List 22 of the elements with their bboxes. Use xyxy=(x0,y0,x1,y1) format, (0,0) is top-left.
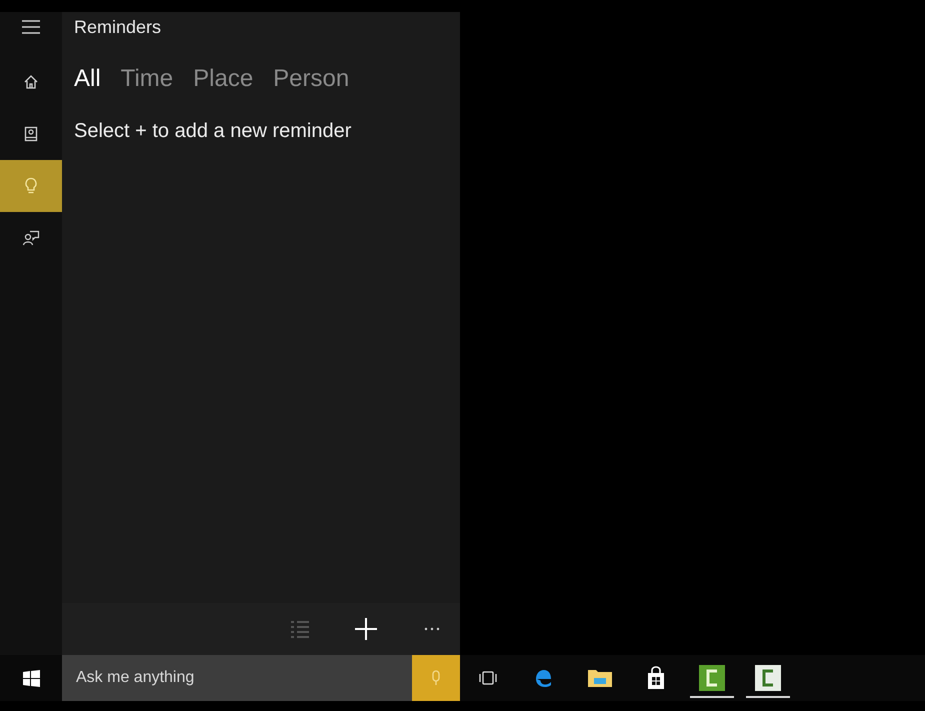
search-field[interactable]: Ask me anything xyxy=(62,655,412,701)
windows-logo-icon xyxy=(22,670,40,686)
lightbulb-icon xyxy=(23,177,39,195)
more-icon xyxy=(424,627,440,631)
filter-tab[interactable]: Place xyxy=(193,64,254,94)
menu-icon xyxy=(22,20,40,34)
plus-icon xyxy=(354,617,378,641)
microphone-icon xyxy=(431,670,441,686)
folder-icon[interactable] xyxy=(587,668,613,688)
home-icon xyxy=(23,74,39,90)
panel-title: Reminders xyxy=(74,16,162,39)
feedback-icon xyxy=(22,230,40,246)
filter-tab[interactable]: All xyxy=(74,64,101,94)
filter-tab[interactable]: Time xyxy=(120,64,174,94)
filter-tab[interactable]: Person xyxy=(273,64,350,94)
notebook-icon xyxy=(23,126,39,142)
empty-message: Select + to add a new reminder xyxy=(74,119,352,144)
app-icon[interactable] xyxy=(755,665,781,691)
list-icon xyxy=(290,619,310,639)
shopping-bag-icon[interactable] xyxy=(646,666,666,690)
add-button[interactable] xyxy=(352,615,380,643)
task-view-icon[interactable] xyxy=(479,671,497,685)
